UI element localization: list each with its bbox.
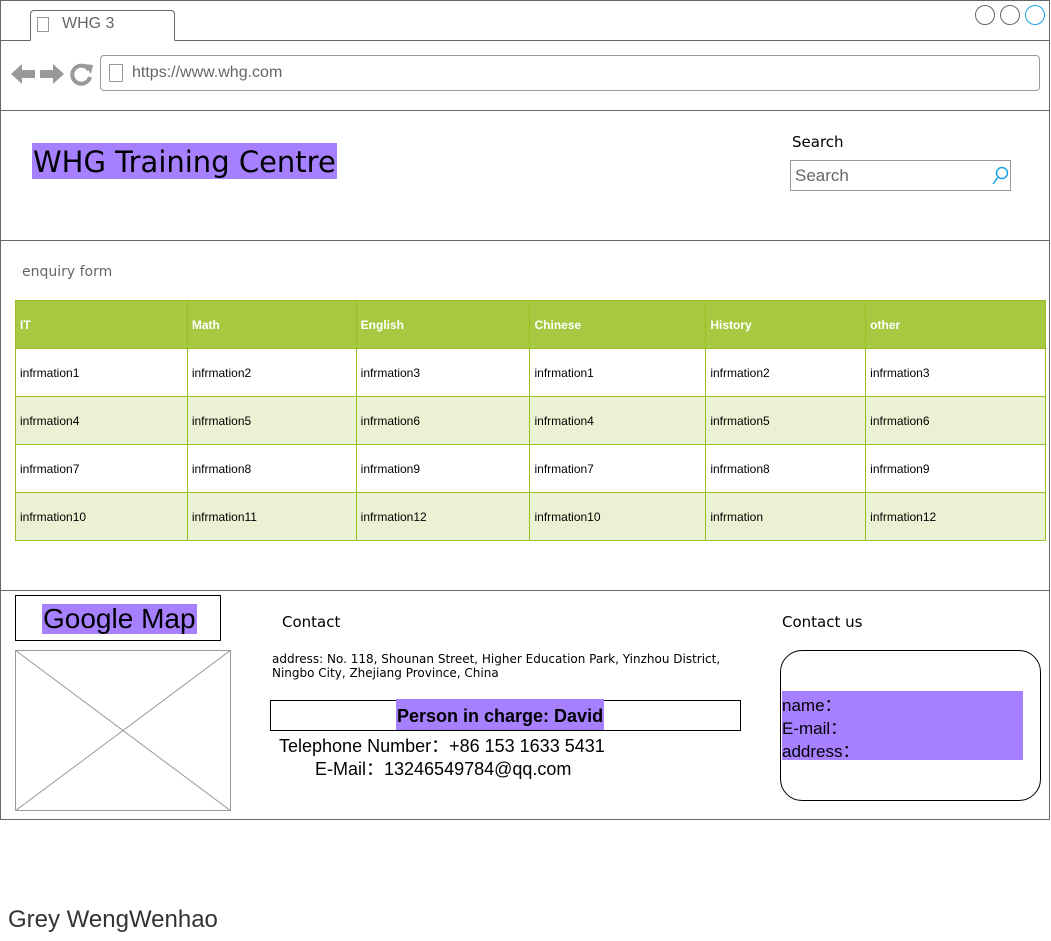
table-header-row: IT Math English Chinese History other: [15, 300, 1046, 349]
search-icon[interactable]: [991, 166, 1009, 186]
table-cell: infrmation5: [705, 396, 867, 445]
table-cell: infrmation1: [529, 348, 707, 397]
column-header-chinese: Chinese: [529, 300, 707, 349]
table-row: infrmation1 infrmation2 infrmation3 infr…: [15, 348, 1046, 397]
table-cell: infrmation8: [705, 444, 867, 493]
page-icon: [109, 64, 123, 82]
table-cell: infrmation4: [529, 396, 707, 445]
table-cell: infrmation: [705, 492, 867, 541]
email-field-label[interactable]: E-mail：: [782, 714, 847, 739]
table-cell: infrmation12: [355, 492, 531, 541]
maximize-button[interactable]: [1000, 5, 1020, 25]
contact-email: E-Mail：13246549784@qq.com: [315, 759, 572, 779]
map-title-box: Google Map: [15, 595, 221, 641]
contact-us-form: name： E-mail： address：: [780, 650, 1041, 801]
column-header-history: History: [705, 300, 867, 349]
search-box[interactable]: [790, 160, 1011, 191]
search-input[interactable]: [795, 164, 980, 188]
address-field-label[interactable]: address：: [782, 737, 859, 762]
enquiry-table: IT Math English Chinese History other in…: [15, 300, 1046, 541]
table-cell: infrmation4: [15, 396, 188, 445]
table-row: infrmation4 infrmation5 infrmation6 infr…: [15, 396, 1046, 445]
url-text[interactable]: https://www.whg.com: [132, 64, 282, 82]
contact-us-label: Contact us: [782, 613, 863, 631]
table-cell: infrmation1: [15, 348, 188, 397]
table-cell: infrmation2: [186, 348, 357, 397]
map-image-placeholder[interactable]: [15, 650, 231, 811]
table-cell: infrmation3: [865, 348, 1046, 397]
table-cell: infrmation12: [865, 492, 1046, 541]
table-cell: infrmation11: [186, 492, 357, 541]
enquiry-form-label: enquiry form: [22, 264, 113, 280]
tab-strip: WHG 3: [0, 0, 1050, 41]
table-cell: infrmation3: [355, 348, 531, 397]
column-header-english: English: [355, 300, 531, 349]
navigation-bar: https://www.whg.com: [0, 41, 1050, 111]
close-button[interactable]: [1025, 5, 1045, 25]
table-cell: infrmation7: [529, 444, 707, 493]
column-header-other: other: [865, 300, 1046, 349]
reload-icon[interactable]: [70, 62, 94, 86]
table-row: infrmation10 infrmation11 infrmation12 i…: [15, 492, 1046, 541]
table-cell: infrmation10: [529, 492, 707, 541]
contact-us-fields: name： E-mail： address：: [782, 691, 1023, 762]
search-label: Search: [792, 133, 844, 151]
table-cell: infrmation5: [186, 396, 357, 445]
person-in-charge: Person in charge: David: [396, 699, 605, 730]
tab-title: WHG 3: [62, 15, 115, 32]
table-cell: infrmation2: [705, 348, 867, 397]
forward-arrow-icon[interactable]: [39, 63, 65, 85]
back-arrow-icon[interactable]: [10, 63, 36, 85]
site-title: WHG Training Centre: [32, 143, 337, 179]
table-cell: infrmation10: [15, 492, 188, 541]
contact-address: address: No. 118, Shounan Street, Higher…: [272, 652, 721, 680]
table-row: infrmation7 infrmation8 infrmation9 infr…: [15, 444, 1046, 493]
table-cell: infrmation8: [186, 444, 357, 493]
minimize-button[interactable]: [975, 5, 995, 25]
author-credit: Grey WengWenhao: [8, 906, 218, 933]
name-field-label[interactable]: name：: [782, 691, 842, 716]
table-cell: infrmation6: [865, 396, 1046, 445]
address-bar[interactable]: https://www.whg.com: [100, 55, 1040, 91]
table-cell: infrmation6: [355, 396, 531, 445]
header-divider: [0, 240, 1050, 241]
footer-divider: [0, 590, 1050, 591]
browser-tab[interactable]: WHG 3: [30, 10, 175, 41]
contact-label: Contact: [282, 613, 341, 631]
map-title: Google Map: [42, 603, 197, 634]
column-header-it: IT: [15, 300, 188, 349]
column-header-math: Math: [186, 300, 357, 349]
table-cell: infrmation9: [865, 444, 1046, 493]
table-cell: infrmation7: [15, 444, 188, 493]
person-in-charge-box: Person in charge: David: [270, 699, 741, 731]
document-icon: [37, 17, 49, 32]
table-cell: infrmation9: [355, 444, 531, 493]
